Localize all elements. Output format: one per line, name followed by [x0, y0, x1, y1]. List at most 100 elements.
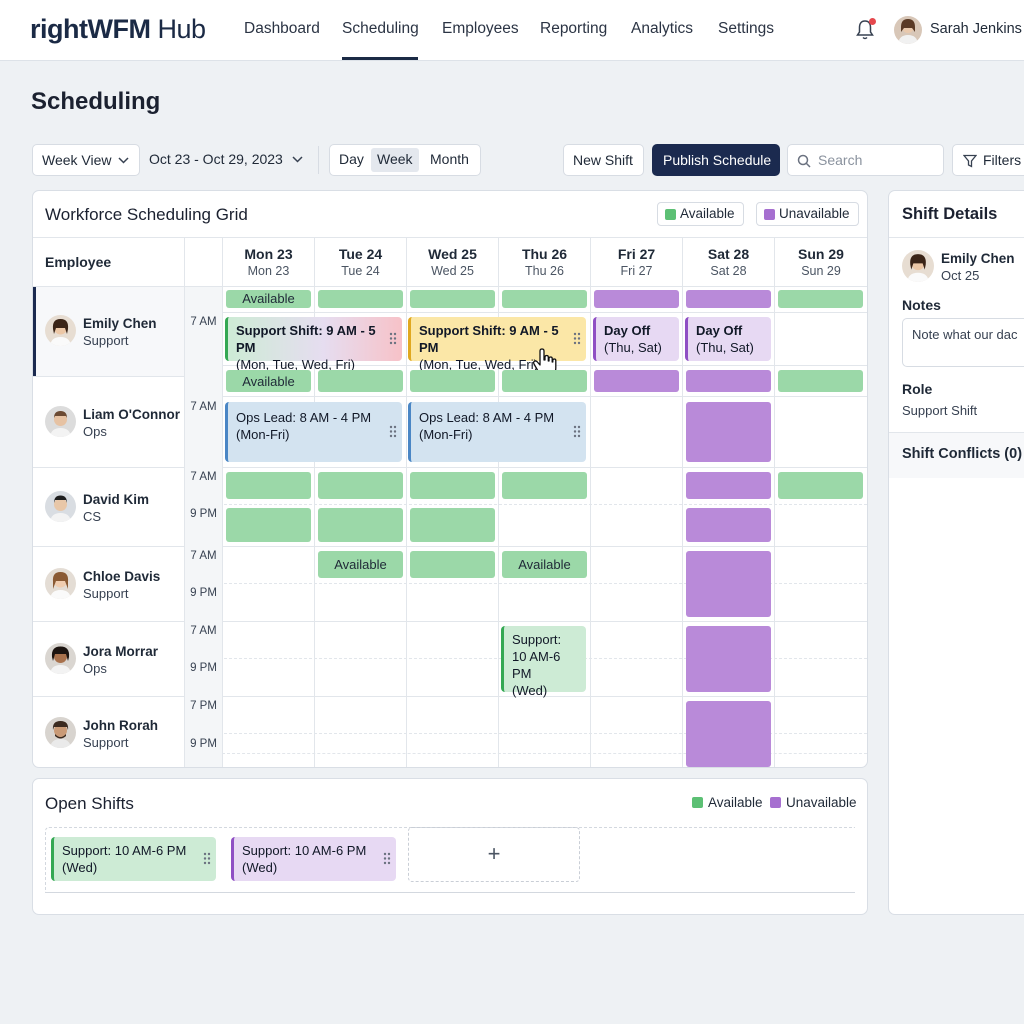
availability-block[interactable] [226, 472, 311, 499]
search-input[interactable]: Search [787, 144, 944, 176]
notes-text: Note what our dac [912, 327, 1018, 342]
open-shift-card[interactable]: Support: 10 AM-6 PM (Wed) [231, 837, 396, 881]
unavailability-block[interactable] [594, 290, 679, 308]
notification-dot [869, 18, 876, 25]
unavailability-block[interactable] [594, 370, 679, 392]
availability-block[interactable] [410, 472, 495, 499]
user-avatar[interactable] [894, 16, 922, 44]
drag-handle-icon[interactable] [389, 332, 397, 345]
availability-block[interactable] [502, 370, 587, 392]
day-off-card[interactable]: Day Off (Thu, Sat) [685, 317, 771, 361]
open-shift-card[interactable]: Support: 10 AM-6 PM (Wed) [51, 837, 216, 881]
availability-block[interactable] [410, 370, 495, 392]
unavailability-block[interactable] [686, 508, 771, 542]
availability-block[interactable]: Available [502, 551, 587, 578]
day-header-tue[interactable]: Tue 24 Tue 24 [314, 238, 406, 286]
availability-block[interactable] [502, 290, 587, 308]
unavailability-block[interactable] [686, 472, 771, 499]
unavailability-block[interactable] [686, 551, 771, 617]
day-header-sun[interactable]: Sun 29 Sun 29 [774, 238, 867, 286]
shift-card-emily-support-selected[interactable]: Support Shift: 9 AM - 5 PM (Mon, Tue, We… [408, 317, 586, 372]
day-header-fri[interactable]: Fri 27 Fri 27 [590, 238, 682, 286]
grid-line [774, 286, 775, 767]
availability-block[interactable] [502, 472, 587, 499]
drag-handle-icon[interactable] [389, 425, 397, 438]
shift-card-emily-support[interactable]: Support Shift: 9 AM - 5 PM (Mon, Tue, We… [225, 317, 402, 372]
drag-handle-icon[interactable] [203, 852, 211, 865]
open-shifts-legend-available: Available [692, 795, 763, 810]
drag-handle-icon[interactable] [573, 332, 581, 345]
time-gutter [185, 287, 222, 767]
user-name[interactable]: Sarah Jenkins [930, 21, 1022, 37]
legend-unavailable[interactable]: Unavailable [756, 202, 859, 226]
segment-day[interactable]: Day [339, 151, 364, 167]
availability-block[interactable] [410, 508, 495, 542]
employee-emily-chen[interactable]: Emily Chen Support [33, 287, 184, 376]
employee-liam-oconnor[interactable]: Liam O'Connor Ops [33, 376, 184, 467]
time-label: 7 AM [190, 625, 217, 637]
date-range-picker[interactable]: Oct 23 - Oct 29, 2023 [149, 151, 283, 167]
new-shift-button[interactable]: New Shift [563, 144, 644, 176]
availability-block[interactable] [778, 370, 863, 392]
unavailability-block[interactable] [686, 701, 771, 767]
avatar [45, 315, 76, 346]
unavailability-block[interactable] [686, 370, 771, 392]
add-open-shift-button[interactable]: + [408, 827, 580, 882]
avatar [45, 491, 76, 522]
shift-card-liam-ops-lead[interactable]: Ops Lead: 8 AM - 4 PM (Mon-Fri) [408, 402, 586, 462]
employee-john-rorah[interactable]: John Rorah Support [33, 696, 184, 767]
nav-employees[interactable]: Employees [442, 20, 519, 38]
nav-scheduling[interactable]: Scheduling [342, 20, 419, 38]
availability-block[interactable] [318, 370, 403, 392]
app-logo[interactable]: rightWFM Hub [30, 14, 206, 45]
view-select-value: Week View [42, 152, 112, 168]
filters-button[interactable]: Filters [952, 144, 1024, 176]
availability-block[interactable] [318, 508, 403, 542]
day-header-mon[interactable]: Mon 23 Mon 23 [222, 238, 314, 286]
segment-week[interactable]: Week [371, 148, 419, 172]
unavailability-block[interactable] [686, 402, 771, 462]
availability-block[interactable] [226, 508, 311, 542]
employee-jora-morrar[interactable]: Jora Morrar Ops [33, 621, 184, 696]
shift-card-liam-ops-lead[interactable]: Ops Lead: 8 AM - 4 PM (Mon-Fri) [225, 402, 402, 462]
drag-handle-icon[interactable] [573, 425, 581, 438]
availability-block[interactable]: Available [226, 370, 311, 392]
availability-block[interactable] [410, 551, 495, 578]
day-header-thu[interactable]: Thu 26 Thu 26 [498, 238, 590, 286]
availability-block[interactable] [318, 472, 403, 499]
day-header-wed[interactable]: Wed 25 Wed 25 [406, 238, 498, 286]
employee-chloe-davis[interactable]: Chloe Davis Support [33, 546, 184, 621]
nav-reporting[interactable]: Reporting [540, 20, 607, 38]
availability-block[interactable] [318, 290, 403, 308]
notes-textarea[interactable]: Note what our dac [902, 318, 1024, 367]
employee-david-kim[interactable]: David Kim CS [33, 467, 184, 546]
availability-block[interactable] [778, 290, 863, 308]
new-shift-label: New Shift [573, 152, 633, 168]
nav-dashboard[interactable]: Dashboard [244, 20, 320, 38]
publish-schedule-button[interactable]: Publish Schedule [652, 144, 780, 176]
grid-line [184, 504, 867, 505]
availability-block[interactable]: Available [226, 290, 311, 308]
nav-analytics[interactable]: Analytics [631, 20, 693, 38]
availability-block[interactable] [410, 290, 495, 308]
legend-available[interactable]: Available [657, 202, 744, 226]
drag-handle-icon[interactable] [383, 852, 391, 865]
availability-block[interactable] [778, 472, 863, 499]
nav-settings[interactable]: Settings [718, 20, 774, 38]
unavailability-block[interactable] [686, 290, 771, 308]
panel-divider [889, 237, 1024, 238]
avatar [45, 406, 76, 437]
shift-conflicts-header[interactable]: Shift Conflicts (0) [902, 446, 1022, 462]
unavailability-block[interactable] [686, 626, 771, 692]
role-value: Support Shift [902, 403, 978, 418]
grid-line [222, 238, 223, 767]
time-label: 9 PM [190, 587, 217, 599]
day-header-sat[interactable]: Sat 28 Sat 28 [682, 238, 774, 286]
segment-month[interactable]: Month [430, 151, 469, 167]
avatar [45, 568, 76, 599]
shift-card-jora-support[interactable]: Support: 10 AM-6 PM (Wed) [501, 626, 586, 698]
date-range-chevron-icon[interactable] [292, 156, 303, 163]
view-select[interactable]: Week View [32, 144, 140, 176]
availability-block[interactable]: Available [318, 551, 403, 578]
day-off-card[interactable]: Day Off (Thu, Sat) [593, 317, 679, 361]
